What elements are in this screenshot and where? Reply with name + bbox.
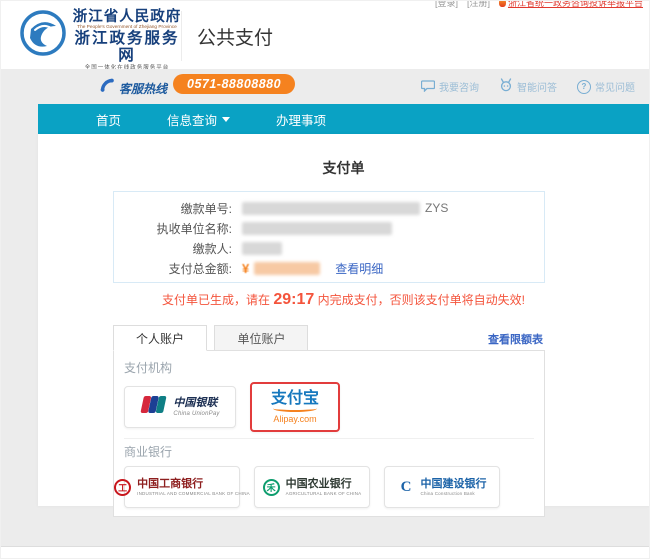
unionpay-name: 中国银联 — [173, 397, 219, 409]
public-payment-page: [登录] [注册] 浙江省统一政务咨询投诉举报平台 浙江省人民政府 The Pe… — [0, 0, 650, 559]
nav-item-info-query[interactable]: 信息查询 — [167, 110, 230, 129]
payer-value — [242, 242, 282, 255]
smart-qa-link[interactable]: 智能问答 — [499, 78, 557, 95]
abc-name: 中国农业银行 — [286, 478, 362, 490]
abc-sub: AGRICULTURAL BANK OF CHINA — [286, 492, 362, 497]
amount-row: 支付总金额: ¥ 查看明细 — [114, 258, 544, 278]
redacted-order-no — [242, 202, 420, 215]
ccb-logo-icon: C — [398, 479, 415, 496]
banks-section: 商业银行 工 中国工商银行 INDUSTRIAL AND COMMERCIAL … — [124, 438, 534, 508]
gov-logo-icon — [19, 9, 67, 62]
view-limit-table-link[interactable]: 查看限额表 — [488, 331, 543, 347]
unionpay-sub: China UnionPay — [173, 411, 219, 417]
ccb-sub: China Construction Bank — [421, 492, 487, 497]
warning-prefix: 支付单已生成，请在 — [162, 293, 273, 307]
topbar: [登录] [注册] 浙江省统一政务咨询投诉举报平台 — [435, 0, 643, 9]
order-no-value: ZYS — [242, 201, 448, 215]
site-name: 浙江政务服务网 — [71, 31, 183, 64]
institution-section-label: 支付机构 — [124, 359, 534, 376]
register-link[interactable]: [注册] — [467, 0, 490, 9]
unit-name-row: 执收单位名称: — [114, 218, 544, 238]
question-icon: ? — [577, 80, 591, 94]
icbc-option[interactable]: 工 中国工商银行 INDUSTRIAL AND COMMERCIAL BANK … — [124, 466, 240, 508]
view-detail-link[interactable]: 查看明细 — [335, 260, 383, 277]
page-title: 公共支付 — [197, 23, 273, 50]
icbc-name: 中国工商银行 — [137, 478, 250, 490]
abc-text: 中国农业银行 AGRICULTURAL BANK OF CHINA — [286, 478, 362, 497]
gov-name-en: The People's Government of Zhejiang Prov… — [74, 25, 180, 30]
site-header: 浙江省人民政府 The People's Government of Zheji… — [1, 1, 649, 69]
payment-order-title: 支付单 — [38, 134, 649, 178]
complaint-link[interactable]: 浙江省统一政务咨询投诉举报平台 — [499, 0, 643, 9]
hotline-label: 客服热线 — [119, 80, 167, 97]
payment-methods-box: 支付机构 中 — [113, 350, 545, 517]
logo-text-block: 浙江省人民政府 The People's Government of Zheji… — [71, 10, 183, 72]
nav-item-handle-matters[interactable]: 办理事项 — [276, 110, 326, 129]
payment-panel: 支付单 缴款单号: ZYS 执收单位名称: 缴款人: — [38, 134, 649, 506]
banks-section-label: 商业银行 — [124, 443, 534, 460]
ccb-option[interactable]: C 中国建设银行 China Construction Bank — [384, 466, 500, 508]
complaint-link-label: 浙江省统一政务咨询投诉举报平台 — [508, 0, 643, 9]
hotline-number[interactable]: 0571-88808880 — [173, 74, 295, 94]
order-no-label: 缴款单号: — [114, 200, 232, 217]
payment-info-box: 缴款单号: ZYS 执收单位名称: 缴款人: — [113, 191, 545, 283]
expiry-warning: 支付单已生成，请在 29:17 内完成支付，否则该支付单将自动失效! — [38, 291, 649, 309]
header-divider — [181, 11, 182, 61]
tab-personal-account[interactable]: 个人账户 — [113, 325, 207, 351]
amount-currency-prefix: ¥ — [242, 261, 249, 276]
login-link[interactable]: [登录] — [435, 0, 458, 9]
payer-label: 缴款人: — [114, 240, 232, 257]
alipay-option-selected[interactable]: 支付宝 Alipay.com — [250, 382, 340, 432]
amount-value: ¥ 查看明细 — [242, 260, 383, 277]
icbc-sub: INDUSTRIAL AND COMMERCIAL BANK OF CHINA — [137, 492, 250, 497]
content-band: 客服热线 0571-88808880 我要咨询 — [1, 69, 649, 547]
robot-icon — [499, 78, 513, 95]
unionpay-logo-icon — [140, 396, 167, 418]
institution-options: 中国银联 China UnionPay 支付宝 Alipay.com — [124, 382, 534, 432]
consult-link[interactable]: 我要咨询 — [421, 79, 479, 95]
flame-icon — [499, 0, 506, 7]
alipay-sub: Alipay.com — [273, 414, 316, 424]
chevron-down-icon — [222, 117, 230, 122]
hotline-row: 客服热线 0571-88808880 我要咨询 — [1, 69, 649, 104]
payer-row: 缴款人: — [114, 238, 544, 258]
bank-options: 工 中国工商银行 INDUSTRIAL AND COMMERCIAL BANK … — [124, 466, 534, 508]
main-nav: 首页 信息查询 办理事项 — [38, 104, 649, 134]
faq-link[interactable]: ? 常见问题 — [577, 79, 635, 94]
alipay-swoosh-icon — [273, 405, 317, 412]
consult-link-label: 我要咨询 — [439, 79, 479, 94]
abc-option[interactable]: 禾 中国农业银行 AGRICULTURAL BANK OF CHINA — [254, 466, 370, 508]
icbc-logo-icon: 工 — [114, 479, 131, 496]
unionpay-text: 中国银联 China UnionPay — [173, 397, 219, 417]
nav-item-handle-matters-label: 办理事项 — [276, 110, 326, 129]
warning-suffix: 内完成支付，否则该支付单将自动失效! — [314, 293, 525, 307]
tab-unit-account[interactable]: 单位账户 — [214, 325, 308, 351]
chat-icon — [421, 79, 435, 95]
redacted-payer — [242, 242, 282, 255]
quicklinks: 我要咨询 智能问答 ? — [421, 78, 635, 95]
redacted-amount — [254, 262, 320, 275]
account-tabs: 个人账户 单位账户 查看限额表 — [113, 325, 545, 351]
icbc-text: 中国工商银行 INDUSTRIAL AND COMMERCIAL BANK OF… — [137, 478, 250, 497]
unionpay-option[interactable]: 中国银联 China UnionPay — [124, 386, 236, 428]
phone-icon — [99, 77, 115, 98]
unit-name-value — [242, 222, 392, 235]
unit-name-label: 执收单位名称: — [114, 220, 232, 237]
nav-item-home-label: 首页 — [96, 110, 121, 129]
faq-link-label: 常见问题 — [595, 79, 635, 94]
order-no-row: 缴款单号: ZYS — [114, 198, 544, 218]
gov-name: 浙江省人民政府 — [71, 10, 183, 25]
redacted-unit-name — [242, 222, 392, 235]
countdown-timer: 29:17 — [273, 291, 314, 308]
smart-qa-link-label: 智能问答 — [517, 79, 557, 94]
ccb-name: 中国建设银行 — [421, 478, 487, 490]
nav-item-home[interactable]: 首页 — [96, 110, 121, 129]
abc-logo-icon: 禾 — [263, 479, 280, 496]
order-no-suffix: ZYS — [425, 201, 448, 215]
amount-label: 支付总金额: — [114, 260, 232, 277]
ccb-text: 中国建设银行 China Construction Bank — [421, 478, 487, 497]
nav-item-info-query-label: 信息查询 — [167, 110, 217, 129]
